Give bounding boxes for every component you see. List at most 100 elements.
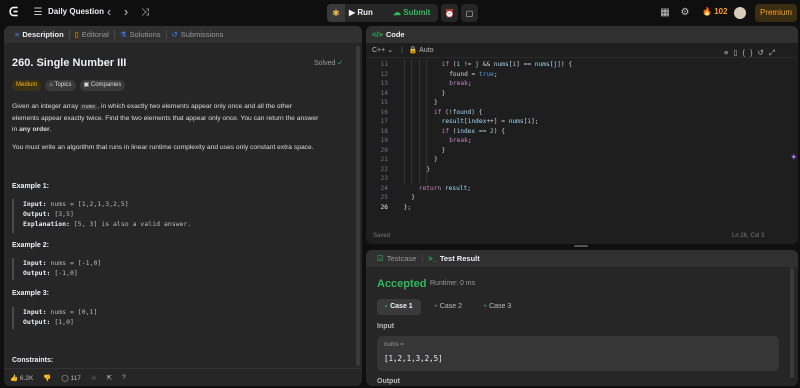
favorite-icon[interactable]: ☆ xyxy=(91,374,97,382)
runtime-label: Runtime: 0 ms xyxy=(430,280,476,287)
code-line[interactable]: 24 return result; xyxy=(366,184,786,194)
problem-list-icon[interactable]: ☰ xyxy=(33,7,43,19)
code-line[interactable]: 21} xyxy=(366,155,786,165)
case-tab-1[interactable]: • Case 1 xyxy=(377,299,421,315)
streak-count: 102 xyxy=(714,7,728,16)
comment-icon: ◯ xyxy=(61,374,69,382)
param-value: [1,2,1,3,2,5] xyxy=(384,354,443,363)
code-text: return result; xyxy=(418,184,471,192)
indent-guide xyxy=(403,60,405,184)
share-icon[interactable]: ⇱ xyxy=(107,374,112,382)
input-value-box: nums = [1,2,1,3,2,5] xyxy=(377,336,779,371)
input-section-label: Input xyxy=(377,323,395,330)
line-number: 19 xyxy=(380,137,388,144)
desc-text: elements appear exactly twice. Find the … xyxy=(12,115,319,122)
tab-description[interactable]: ≡ Description xyxy=(10,30,70,39)
tab-solutions[interactable]: ⚗ Solutions xyxy=(115,30,167,39)
line-number: 22 xyxy=(380,165,388,173)
code-line[interactable]: 20} xyxy=(366,146,786,156)
expand-icon[interactable]: ⤢ xyxy=(769,48,780,57)
run-button[interactable]: ▶ Run xyxy=(349,4,373,22)
description-tabs: ≡ Description ▯ Editorial ⚗ Solutions ↺ Subm… xyxy=(4,26,362,43)
tab-submissions[interactable]: ↺ Submissions xyxy=(167,30,229,39)
code-line[interactable]: 13 break; xyxy=(366,79,786,89)
example-explanation: [5, 3] is also a valid answer. xyxy=(73,220,192,228)
companies-chip[interactable]: ▣ Companies xyxy=(79,80,126,91)
inline-code: nums xyxy=(80,104,98,110)
layout-grid-icon[interactable]: ▦ xyxy=(660,7,670,19)
reset-icon[interactable]: ↺ xyxy=(758,48,769,57)
code-text: break; xyxy=(449,137,472,144)
example-heading: Example 2: xyxy=(12,242,49,249)
constraints-heading: Constraints: xyxy=(12,357,54,364)
language-select[interactable]: C++ ⌄ xyxy=(372,46,393,54)
lock-icon: 🔒 xyxy=(408,47,418,54)
code-line[interactable]: 22} xyxy=(366,165,786,175)
code-icon: </> xyxy=(372,30,383,39)
example-input: nums = [-1,0] xyxy=(50,259,102,267)
case-tab-2[interactable]: • Case 2 xyxy=(427,299,470,315)
editorial-icon: ▯ xyxy=(74,30,79,39)
result-scrollbar[interactable] xyxy=(790,268,794,378)
dislike-button[interactable]: 👎 xyxy=(43,374,51,382)
line-number: 18 xyxy=(380,127,388,135)
desc-text: . xyxy=(49,126,52,133)
premium-button[interactable]: Premium xyxy=(755,4,797,22)
like-button[interactable]: 👍 6.2K xyxy=(10,374,33,382)
input-label: Input: xyxy=(23,200,47,208)
description-scrollbar[interactable] xyxy=(356,46,360,366)
code-line[interactable]: 15} xyxy=(366,98,786,108)
submit-button[interactable]: ☁ Submit xyxy=(393,4,430,22)
tab-testcase-label: Testcase xyxy=(386,254,417,263)
tab-editorial[interactable]: ▯ Editorial xyxy=(70,30,115,39)
code-line[interactable]: 26}; xyxy=(366,203,786,213)
auto-mode-toggle[interactable]: 🔒 Auto xyxy=(409,46,434,54)
tab-testcase[interactable]: ☑ Testcase xyxy=(372,254,421,263)
tab-test-result[interactable]: >_ Test Result xyxy=(423,254,484,263)
code-line[interactable]: 11 if (i != j && nums[i] == nums[j]) { xyxy=(366,60,786,70)
case-label: Case 2 xyxy=(439,303,462,310)
code-line[interactable]: 25} xyxy=(366,193,786,203)
example-heading: Example 3: xyxy=(12,290,49,297)
example-output: [-1,0] xyxy=(54,269,78,277)
panel-resize-handle[interactable] xyxy=(574,245,588,247)
code-editor[interactable]: 11 if (i != j && nums[i] == nums[j]) {12 f… xyxy=(366,60,798,230)
code-line[interactable]: 23 xyxy=(366,174,786,184)
code-line[interactable]: 19 break; xyxy=(366,136,786,146)
solved-status: Solved ✓ xyxy=(314,59,343,67)
pass-dot-icon: • xyxy=(385,304,388,310)
bookmark-icon[interactable]: ▯ xyxy=(733,48,742,57)
format-icon[interactable]: ≡ xyxy=(724,48,733,57)
streak-counter[interactable]: 🔥 102 xyxy=(702,7,728,16)
description-icon: ≡ xyxy=(15,30,20,39)
notes-button[interactable]: ▢ xyxy=(461,4,478,22)
daily-question-title[interactable]: Daily Question xyxy=(48,7,104,16)
code-line[interactable]: 14} xyxy=(366,89,786,99)
editor-toolbar: C++ ⌄ | 🔒 Auto ≡▯{}↺⤢ xyxy=(366,43,798,58)
help-icon[interactable]: ? xyxy=(122,374,126,381)
code-line[interactable]: 18 if (index == 2) { xyxy=(366,127,786,137)
shuffle-icon[interactable]: ⤨ xyxy=(139,7,151,19)
next-problem-icon[interactable]: › xyxy=(121,5,131,18)
ai-sparkle-icon[interactable]: ✦ xyxy=(790,152,798,163)
prev-problem-icon[interactable]: ‹ xyxy=(104,5,114,18)
code-line[interactable]: 17 result[index++] = nums[i]; xyxy=(366,117,786,127)
timer-button[interactable]: ⏰ xyxy=(441,4,458,22)
fire-icon: 🔥 xyxy=(702,7,712,16)
code-line[interactable]: 16 if (!found) { xyxy=(366,108,786,118)
leetcode-logo[interactable]: ᕮ xyxy=(9,6,20,19)
example-output: [3,5] xyxy=(54,210,74,218)
code-text: } xyxy=(411,194,415,201)
alarm-icon: ⏰ xyxy=(444,8,455,18)
braces-icon[interactable]: {} xyxy=(743,48,758,57)
problem-description: Given an integer array nums, in which ex… xyxy=(12,101,352,135)
debug-button[interactable]: ✱ xyxy=(327,4,345,22)
line-number: 24 xyxy=(380,184,388,192)
code-line[interactable]: 12 found = true; xyxy=(366,70,786,80)
case-tab-3[interactable]: • Case 3 xyxy=(476,299,519,315)
user-avatar[interactable] xyxy=(734,7,746,19)
settings-icon[interactable]: ⚙ xyxy=(680,7,690,19)
run-label: Run xyxy=(357,8,373,17)
comments-button[interactable]: ◯ 117 xyxy=(61,374,80,382)
topics-chip[interactable]: ⌂ Topics xyxy=(45,80,76,91)
